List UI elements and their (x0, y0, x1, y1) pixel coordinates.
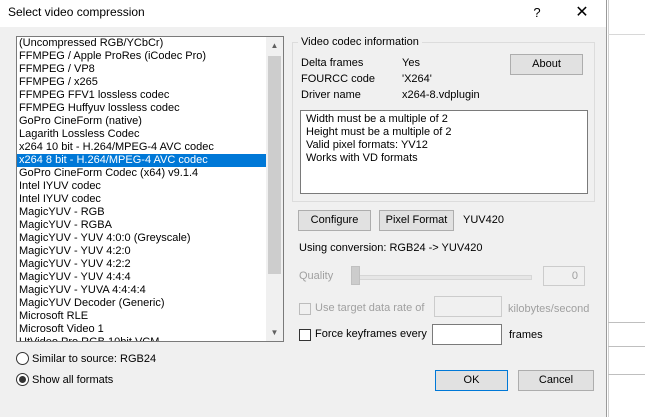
codec-list-item[interactable]: Intel IYUV codec (17, 180, 267, 193)
codec-list-item[interactable]: MagicYUV - YUVA 4:4:4:4 (17, 284, 267, 297)
driver-name-value: x264-8.vdplugin (402, 89, 480, 101)
data-rate-unit: kilobytes/second (508, 303, 590, 315)
codec-note: Height must be a multiple of 2 (306, 126, 452, 138)
codec-info-group-title: Video codec information (298, 36, 422, 48)
keyframes-unit: frames (509, 329, 543, 341)
keyframes-interval-input[interactable] (432, 324, 502, 345)
codec-list-item[interactable]: Microsoft Video 1 (17, 323, 267, 336)
codec-note: Valid pixel formats: YV12 (306, 139, 428, 151)
similar-to-source-label: Similar to source: RGB24 (32, 353, 157, 365)
codec-list-item[interactable]: x264 8 bit - H.264/MPEG-4 AVC codec (17, 154, 267, 167)
codec-list-item[interactable]: UtVideo Pro RGB 10bit VCM (17, 336, 267, 341)
quality-slider-thumb[interactable] (351, 266, 360, 285)
conversion-text: Using conversion: RGB24 -> YUV420 (299, 242, 483, 254)
list-scrollbar[interactable]: ▲ ▼ (266, 37, 283, 341)
codec-list-item[interactable]: MagicYUV - YUV 4:2:0 (17, 245, 267, 258)
codec-list-item[interactable]: Lagarith Lossless Codec (17, 128, 267, 141)
compression-dialog: Select video compression ? ✕ (Uncompress… (0, 0, 607, 417)
codec-listbox[interactable]: (Uncompressed RGB/YCbCr) FFMPEG / Apple P… (16, 36, 284, 342)
ok-button[interactable]: OK (435, 370, 508, 391)
codec-note: Works with VD formats (306, 152, 418, 164)
fourcc-label: FOURCC code (301, 73, 375, 85)
codec-list-item[interactable]: FFMPEG FFV1 lossless codec (17, 89, 267, 102)
codec-list-item[interactable]: x264 10 bit - H.264/MPEG-4 AVC codec (17, 141, 267, 154)
delta-frames-label: Delta frames (301, 57, 364, 69)
scroll-down-arrow-icon[interactable]: ▼ (266, 324, 283, 341)
codec-list-item[interactable]: GoPro CineForm Codec (x64) v9.1.4 (17, 167, 267, 180)
codec-list-item[interactable]: MagicYUV - YUV 4:4:4 (17, 271, 267, 284)
scroll-thumb[interactable] (268, 56, 281, 274)
similar-to-source-radio[interactable] (16, 351, 29, 365)
quality-value-field[interactable]: 0 (543, 266, 585, 286)
cancel-button[interactable]: Cancel (518, 370, 594, 391)
similar-to-source-option[interactable]: Similar to source: RGB24 (16, 351, 156, 367)
codec-list-item[interactable]: FFMPEG / x265 (17, 76, 267, 89)
codec-list-item[interactable]: FFMPEG / Apple ProRes (iCodec Pro) (17, 50, 267, 63)
codec-list-item[interactable]: Intel IYUV codec (17, 193, 267, 206)
background-divider (608, 322, 645, 323)
codec-list-item[interactable]: MagicYUV - RGB (17, 206, 267, 219)
configure-button[interactable]: Configure (298, 210, 371, 231)
background-divider (608, 34, 645, 35)
quality-label: Quality (299, 270, 334, 282)
show-all-formats-label: Show all formats (32, 374, 114, 386)
codec-list-item[interactable]: FFMPEG / VP8 (17, 63, 267, 76)
scroll-up-arrow-icon[interactable]: ▲ (266, 37, 283, 54)
pixel-format-button[interactable]: Pixel Format (379, 210, 454, 231)
codec-list-item[interactable]: (Uncompressed RGB/YCbCr) (17, 37, 267, 50)
help-icon[interactable]: ? (518, 0, 556, 27)
title-bar: Select video compression ? ✕ (0, 0, 606, 27)
target-data-rate-label: Use target data rate of (315, 302, 425, 314)
codec-list-item[interactable]: MagicYUV - YUV 4:0:0 (Greyscale) (17, 232, 267, 245)
pixel-format-value: YUV420 (463, 214, 504, 226)
background-divider (608, 346, 645, 347)
fourcc-value: 'X264' (402, 73, 432, 85)
target-data-rate-input[interactable] (434, 296, 502, 317)
show-all-formats-option[interactable]: Show all formats (16, 372, 113, 388)
codec-list-item[interactable]: GoPro CineForm (native) (17, 115, 267, 128)
codec-note: Width must be a multiple of 2 (306, 113, 448, 125)
codec-list-item[interactable]: MagicYUV - YUV 4:2:2 (17, 258, 267, 271)
codec-list-item[interactable]: MagicYUV Decoder (Generic) (17, 297, 267, 310)
background-window (608, 0, 645, 417)
quality-slider-track[interactable] (356, 275, 532, 280)
codec-list: (Uncompressed RGB/YCbCr) FFMPEG / Apple P… (17, 37, 267, 341)
codec-list-item[interactable]: Microsoft RLE (17, 310, 267, 323)
about-button[interactable]: About (510, 54, 583, 75)
force-keyframes-label: Force keyframes every (315, 328, 427, 340)
force-keyframes-checkbox[interactable] (299, 329, 311, 341)
codec-list-item[interactable]: MagicYUV - RGBA (17, 219, 267, 232)
codec-notes-box: Width must be a multiple of 2 Height mus… (300, 110, 588, 194)
background-divider (608, 374, 645, 375)
delta-frames-value: Yes (402, 57, 420, 69)
target-data-rate-checkbox[interactable] (299, 303, 311, 315)
show-all-formats-radio[interactable] (16, 372, 29, 386)
codec-list-item[interactable]: FFMPEG Huffyuv lossless codec (17, 102, 267, 115)
dialog-title: Select video compression (8, 5, 145, 19)
driver-name-label: Driver name (301, 89, 361, 101)
close-icon[interactable]: ✕ (563, 0, 601, 27)
